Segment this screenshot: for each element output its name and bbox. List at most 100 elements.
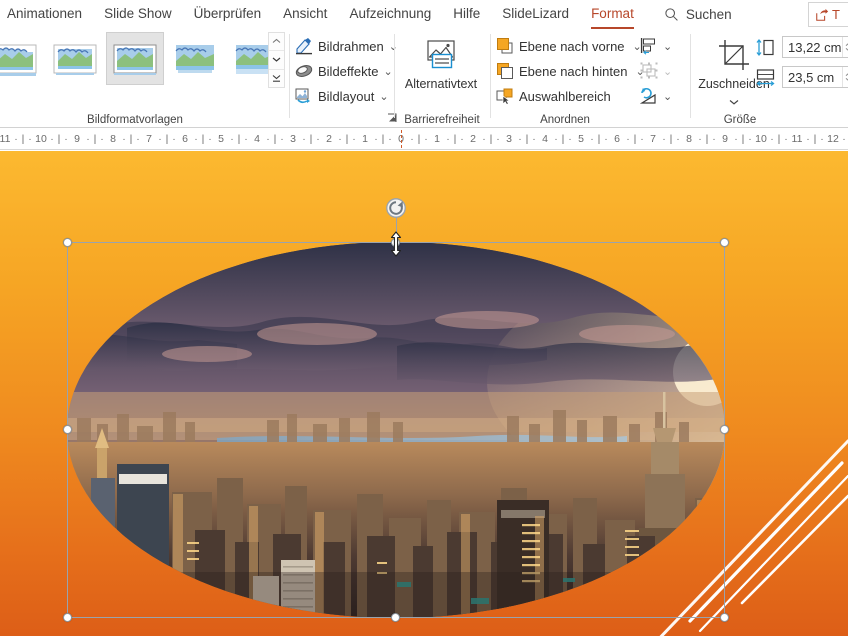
ruler-minor-tick: · — [820, 133, 824, 145]
share-icon — [816, 8, 829, 21]
ruler-minor-tick: · — [338, 133, 342, 145]
tab-hilfe[interactable]: Hilfe — [453, 1, 480, 28]
chevron-down-icon[interactable]: ⌄ — [663, 65, 672, 78]
ruler-major-tick: | — [453, 133, 457, 145]
gallery-scroll-controls[interactable] — [268, 32, 285, 88]
group-label-arrange: Anordnen — [540, 114, 590, 126]
share-label: T — [832, 7, 840, 22]
ruler-minor-tick: · — [266, 133, 270, 145]
rotate-icon — [638, 86, 660, 106]
bildrahmen-button[interactable]: Bildrahmen ⌄ — [294, 35, 398, 57]
auswahlbereich-button[interactable]: Auswahlbereich — [495, 85, 645, 107]
ruler-major-tick: | — [21, 133, 25, 145]
tab-ueberpruefen[interactable]: Überprüfen — [194, 1, 262, 28]
ribbon-group-size: Zuschneiden 13,22 cm 23,5 cm Größe — [692, 29, 848, 128]
picture-style-preview-icon — [175, 44, 214, 73]
command-label: Bildrahmen — [318, 38, 384, 54]
ebene-nach-vorne-button[interactable]: Ebene nach vorne ⌄ — [495, 35, 645, 57]
picture-style-thumb[interactable] — [166, 32, 224, 85]
horizontal-ruler[interactable]: ·14·|·13·|·12·|·11·|·10·|·9·|·8·|·7·|·6·… — [0, 128, 848, 150]
ruler-number: 7 — [146, 133, 152, 145]
ruler-minor-tick: · — [842, 133, 846, 145]
ruler-number: 8 — [110, 133, 116, 145]
ruler-number: 6 — [614, 133, 620, 145]
bildlayout-button[interactable]: Bildlayout ⌄ — [294, 85, 398, 107]
new-york-skyline-image — [67, 242, 725, 618]
ruler-minor-tick: · — [662, 133, 666, 145]
slide-canvas[interactable] — [0, 151, 848, 636]
align-button[interactable]: ⌄ — [638, 35, 672, 57]
ruler-minor-tick: · — [734, 133, 738, 145]
ruler-major-tick: | — [633, 133, 637, 145]
bring-forward-icon — [495, 37, 514, 56]
picture-styles-gallery[interactable] — [0, 32, 286, 85]
ruler-minor-tick: · — [784, 133, 788, 145]
search-box[interactable]: Suchen — [664, 7, 732, 22]
shape-width-spinner[interactable] — [842, 67, 848, 87]
shape-width-input[interactable]: 23,5 cm — [782, 66, 848, 88]
picture-style-thumb-selected[interactable] — [106, 32, 164, 85]
ruler-minor-tick: · — [122, 133, 126, 145]
chevron-down-icon[interactable]: ⌄ — [663, 90, 672, 103]
ruler-major-tick: | — [93, 133, 97, 145]
ruler-number: 2 — [326, 133, 332, 145]
ruler-major-tick: | — [417, 133, 421, 145]
group-label-size: Größe — [723, 114, 757, 126]
scroll-up-icon — [272, 38, 281, 44]
ruler-minor-tick: · — [230, 133, 234, 145]
tab-label: Slide Show — [104, 6, 172, 21]
ruler-number: 2 — [470, 133, 476, 145]
gallery-scroll-down-button[interactable] — [269, 51, 284, 70]
ruler-zero-marker — [401, 130, 402, 148]
share-button[interactable]: T — [808, 2, 848, 27]
picture-object[interactable] — [67, 242, 725, 618]
tab-slide-show[interactable]: Slide Show — [104, 1, 172, 28]
shape-height-spinner[interactable] — [842, 37, 848, 57]
tab-aufzeichnung[interactable]: Aufzeichnung — [349, 1, 431, 28]
tab-format[interactable]: Format — [591, 1, 634, 29]
ruler-minor-tick: · — [14, 133, 18, 145]
tab-ansicht[interactable]: Ansicht — [283, 1, 327, 28]
ruler-minor-tick: · — [590, 133, 594, 145]
command-label: Bildlayout — [318, 88, 375, 104]
chevron-down-icon[interactable]: ⌄ — [379, 90, 388, 103]
picture-style-thumb[interactable] — [46, 32, 104, 85]
crop-chevron[interactable] — [729, 92, 739, 110]
ruler-major-tick: | — [201, 133, 205, 145]
ebene-nach-hinten-button[interactable]: Ebene nach hinten ⌄ — [495, 60, 645, 82]
ribbon-group-picture-styles: Bildformatvorlagen — [0, 29, 292, 128]
ruler-minor-tick: · — [424, 133, 428, 145]
tab-slidelizard[interactable]: SlideLizard — [502, 1, 569, 28]
search-placeholder-label: Suchen — [685, 7, 732, 22]
ruler-major-tick: | — [525, 133, 529, 145]
shape-height-value: 13,22 cm — [788, 39, 842, 55]
ruler-major-tick: | — [129, 133, 133, 145]
ruler-number: 9 — [722, 133, 728, 145]
command-label: Bildeffekte — [318, 63, 379, 79]
selection-pane-icon — [495, 87, 514, 106]
bildeffekte-button[interactable]: Bildeffekte ⌄ — [294, 60, 398, 82]
picture-style-thumb[interactable] — [0, 32, 44, 85]
ruler-minor-tick: · — [86, 133, 90, 145]
alternativtext-button[interactable]: Alternativtext — [398, 33, 484, 91]
ruler-minor-tick: · — [64, 133, 68, 145]
ruler-minor-tick: · — [158, 133, 162, 145]
chevron-down-icon[interactable]: ⌄ — [383, 65, 392, 78]
group-divider — [394, 34, 395, 118]
ruler-number: 1 — [434, 133, 440, 145]
ruler-major-tick: | — [309, 133, 313, 145]
gallery-more-button[interactable] — [269, 69, 284, 87]
chevron-down-icon[interactable]: ⌄ — [663, 40, 672, 53]
group-button[interactable]: ⌄ — [638, 60, 672, 82]
tab-animationen[interactable]: Animationen — [7, 1, 82, 28]
shape-height-input[interactable]: 13,22 cm — [782, 36, 848, 58]
ruler-number: 10 — [35, 133, 47, 145]
tab-label: Überprüfen — [193, 6, 262, 21]
rotate-button[interactable]: ⌄ — [638, 85, 672, 107]
ruler-minor-tick: · — [554, 133, 558, 145]
gallery-scroll-up-button[interactable] — [269, 33, 284, 52]
ruler-number: 11 — [0, 133, 11, 145]
ruler-minor-tick: · — [194, 133, 198, 145]
ruler-major-tick: | — [597, 133, 601, 145]
ruler-major-tick: | — [489, 133, 493, 145]
